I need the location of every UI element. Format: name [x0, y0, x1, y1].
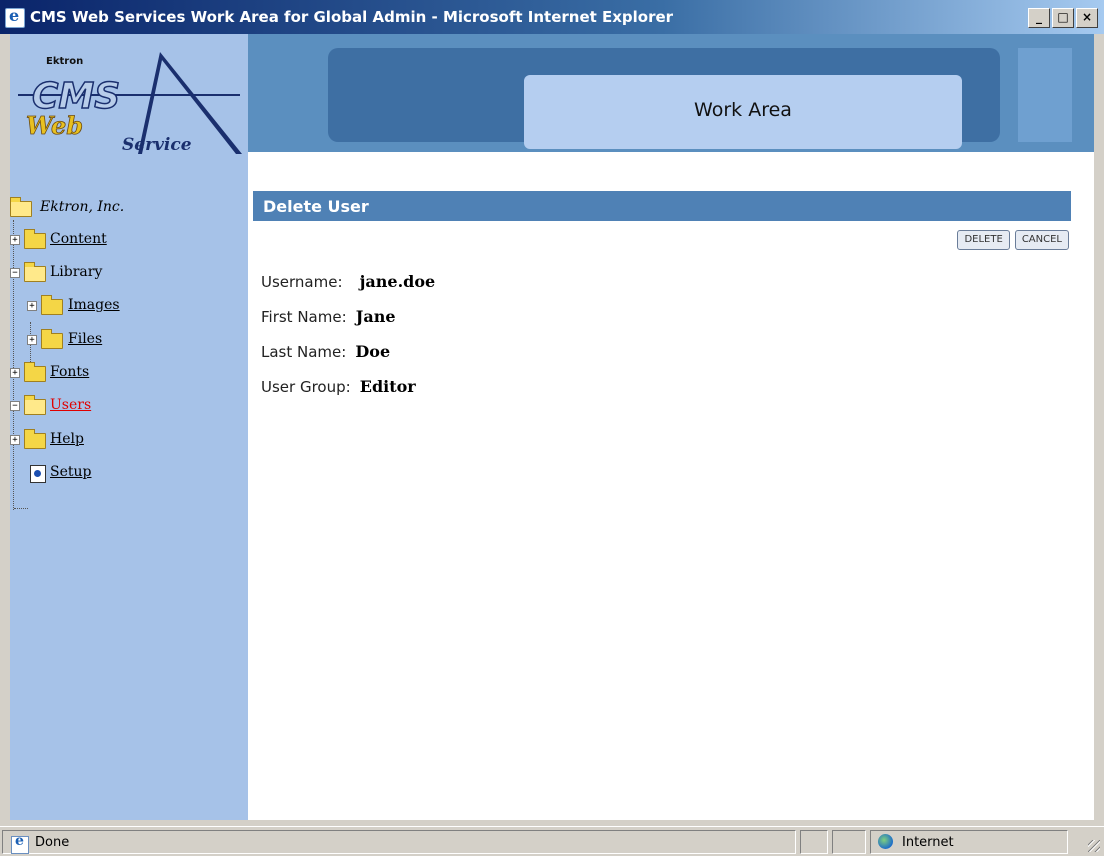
status-bar: Done Internet	[0, 826, 1104, 856]
user-group-label: User Group:	[261, 378, 351, 396]
resize-grip-icon[interactable]	[1088, 840, 1100, 852]
setup-page-icon	[30, 465, 46, 483]
logo-line2: Web	[26, 111, 83, 140]
window-controls: _ □ ×	[1026, 8, 1098, 28]
header-title: Work Area	[694, 99, 792, 121]
window-title: CMS Web Services Work Area for Global Ad…	[30, 8, 674, 26]
folder-icon	[41, 329, 63, 349]
tree-files-label[interactable]: Files	[68, 331, 102, 347]
user-details: Username: jane.doe First Name: Jane Last…	[261, 272, 435, 412]
page-status-icon	[11, 833, 29, 854]
ie-icon	[5, 6, 25, 28]
expand-icon[interactable]: +	[27, 301, 37, 311]
user-group-row: User Group: Editor	[261, 377, 435, 412]
expand-icon[interactable]: +	[10, 435, 20, 445]
first-name-label: First Name:	[261, 308, 347, 326]
header-title-box: Work Area	[524, 75, 962, 149]
expand-icon[interactable]: +	[10, 368, 20, 378]
first-name-row: First Name: Jane	[261, 307, 435, 342]
ektron-cms-web-service-logo: Ektron CMS Web Service	[18, 52, 242, 154]
zone-panel	[870, 830, 1068, 854]
status-text-panel: Done	[2, 830, 796, 854]
username-row: Username: jane.doe	[261, 272, 435, 307]
folder-icon	[24, 429, 46, 449]
tree-connector	[14, 508, 28, 509]
tree-library-label[interactable]: Library	[50, 264, 102, 280]
open-folder-icon	[10, 197, 32, 217]
collapse-icon[interactable]: −	[10, 401, 20, 411]
logo-brand: Ektron	[46, 56, 83, 67]
close-button[interactable]: ×	[1076, 8, 1098, 28]
last-name-value: Doe	[355, 342, 391, 361]
action-buttons: DELETE CANCEL	[952, 230, 1069, 250]
cancel-button[interactable]: CANCEL	[1014, 230, 1069, 250]
header-panel: Work Area	[328, 48, 1000, 149]
header-frame: Work Area	[248, 34, 1094, 152]
user-group-value: Editor	[359, 377, 416, 396]
last-name-row: Last Name: Doe	[261, 342, 435, 377]
main-content: Delete User DELETE CANCEL Username: jane…	[248, 152, 1094, 820]
tree-fonts-label[interactable]: Fonts	[50, 364, 89, 380]
tree-setup-label[interactable]: Setup	[50, 464, 91, 480]
first-name-value: Jane	[355, 307, 396, 326]
page-title: Delete User	[263, 197, 369, 216]
folder-icon	[41, 295, 63, 315]
username-label: Username:	[261, 273, 343, 291]
tree-content-label[interactable]: Content	[50, 231, 107, 247]
status-text: Done	[35, 835, 70, 850]
logo-line3: Service	[122, 135, 192, 154]
status-panel-empty	[800, 830, 828, 854]
folder-icon	[24, 229, 46, 249]
username-value: jane.doe	[359, 272, 436, 291]
internet-globe-icon	[878, 834, 893, 849]
window-border	[1094, 34, 1104, 820]
last-name-label: Last Name:	[261, 343, 347, 361]
status-panel-empty	[832, 830, 866, 854]
tree-help-label[interactable]: Help	[50, 431, 84, 447]
section-header: Delete User	[253, 191, 1071, 221]
collapse-icon[interactable]: −	[10, 268, 20, 278]
tree-users-label[interactable]: Users	[50, 397, 91, 413]
expand-icon[interactable]: +	[10, 235, 20, 245]
header-decoration	[1018, 48, 1072, 142]
zone-text: Internet	[902, 835, 954, 850]
window-title-bar[interactable]: CMS Web Services Work Area for Global Ad…	[0, 0, 1104, 34]
delete-button[interactable]: DELETE	[957, 230, 1010, 250]
left-nav-frame: Ektron CMS Web Service Ektron, Inc. + Co…	[10, 34, 248, 820]
maximize-button[interactable]: □	[1052, 8, 1074, 28]
minimize-button[interactable]: _	[1028, 8, 1050, 28]
tree-connector	[13, 220, 14, 510]
tree-root-label: Ektron, Inc.	[40, 199, 125, 215]
folder-icon	[24, 362, 46, 382]
tree-images-label[interactable]: Images	[68, 297, 120, 313]
expand-icon[interactable]: +	[27, 335, 37, 345]
open-folder-icon	[24, 395, 46, 415]
open-folder-icon	[24, 262, 46, 282]
